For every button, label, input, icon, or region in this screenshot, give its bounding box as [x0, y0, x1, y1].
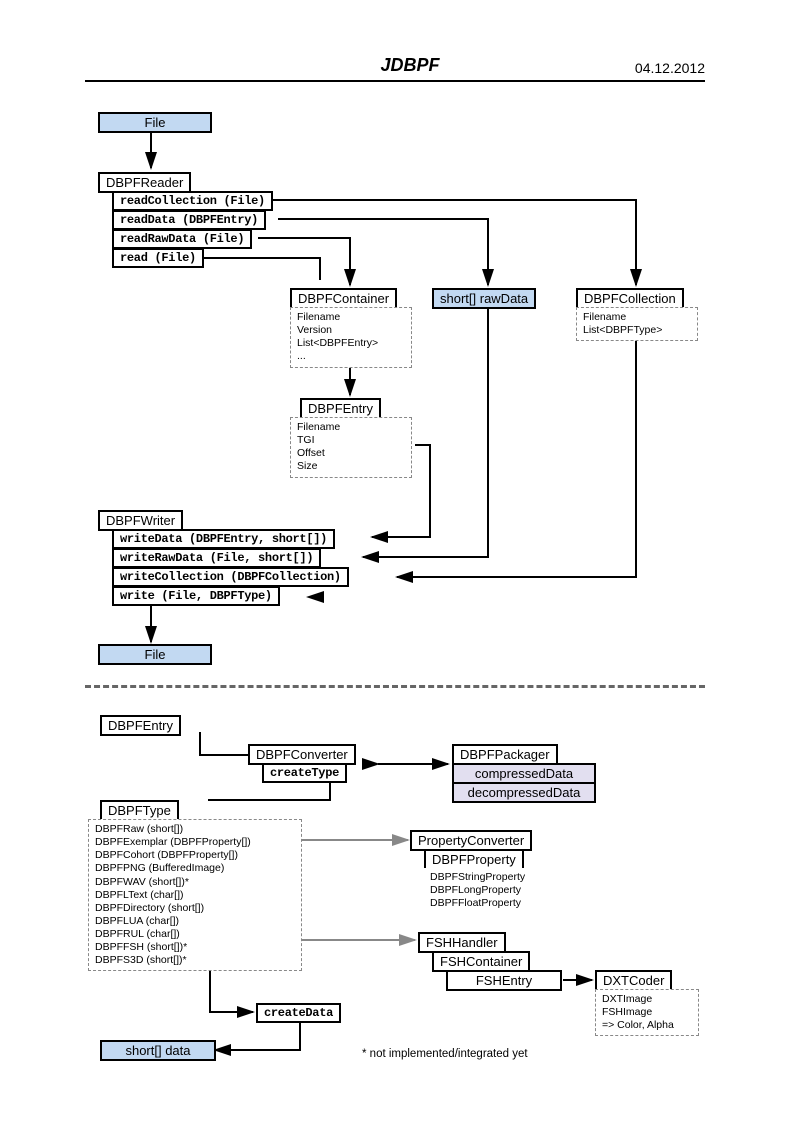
node-dbpfcontainer: DBPFContainer [290, 288, 397, 309]
node-dbpfcollection: DBPFCollection [576, 288, 684, 309]
page-title: JDBPF [85, 55, 635, 76]
node-file-bottom: File [98, 644, 212, 665]
node-dxtcoder: DXTCoder [595, 970, 672, 991]
node-fshcontainer: FSHContainer [432, 951, 530, 972]
attrs-entry: Filename TGI Offset Size [290, 417, 412, 478]
attrs-property: DBPFStringProperty DBPFLongProperty DBPF… [424, 868, 546, 913]
node-dbpfreader: DBPFReader [98, 172, 191, 193]
node-file-top: File [98, 112, 212, 133]
method-writedata: writeData (DBPFEntry, short[]) [112, 529, 335, 549]
separator [85, 685, 705, 688]
node-propertyconverter: PropertyConverter [410, 830, 532, 851]
node-fshhandler: FSHHandler [418, 932, 506, 953]
method-write: write (File, DBPFType) [112, 586, 280, 606]
node-dbpfwriter: DBPFWriter [98, 510, 183, 531]
method-read: read (File) [112, 248, 204, 268]
method-createdata: createData [256, 1003, 341, 1023]
method-readcollection: readCollection (File) [112, 191, 273, 211]
node-rawdata: short[] rawData [432, 288, 536, 309]
header: JDBPF 04.12.2012 [85, 55, 705, 82]
node-shortdata: short[] data [100, 1040, 216, 1061]
node-dbpfproperty: DBPFProperty [424, 849, 524, 870]
node-dbpfentry: DBPFEntry [300, 398, 381, 419]
page-date: 04.12.2012 [635, 60, 705, 76]
method-writecollection: writeCollection (DBPFCollection) [112, 567, 349, 587]
attrs-dbpftype: DBPFRaw (short[]) DBPFExemplar (DBPFProp… [88, 819, 302, 971]
method-compresseddata: compressedData [452, 763, 596, 784]
attrs-dbpfcontainer: Filename Version List<DBPFEntry> ... [290, 307, 412, 368]
method-readdata: readData (DBPFEntry) [112, 210, 266, 230]
attrs-collection: Filename List<DBPFType> [576, 307, 698, 341]
node-dbpfpackager: DBPFPackager [452, 744, 558, 765]
node-dbpftype: DBPFType [100, 800, 179, 821]
method-readrawdata: readRawData (File) [112, 229, 252, 249]
node-fshentry: FSHEntry [446, 970, 562, 991]
node-dbpfconverter: DBPFConverter [248, 744, 356, 765]
method-decompresseddata: decompressedData [452, 782, 596, 803]
footnote: * not implemented/integrated yet [362, 1048, 528, 1060]
attrs-dxt: DXTImage FSHImage => Color, Alpha [595, 989, 699, 1036]
method-writerawdata: writeRawData (File, short[]) [112, 548, 321, 568]
method-createtype: createType [262, 763, 347, 783]
node-dbpfentry2: DBPFEntry [100, 715, 181, 736]
